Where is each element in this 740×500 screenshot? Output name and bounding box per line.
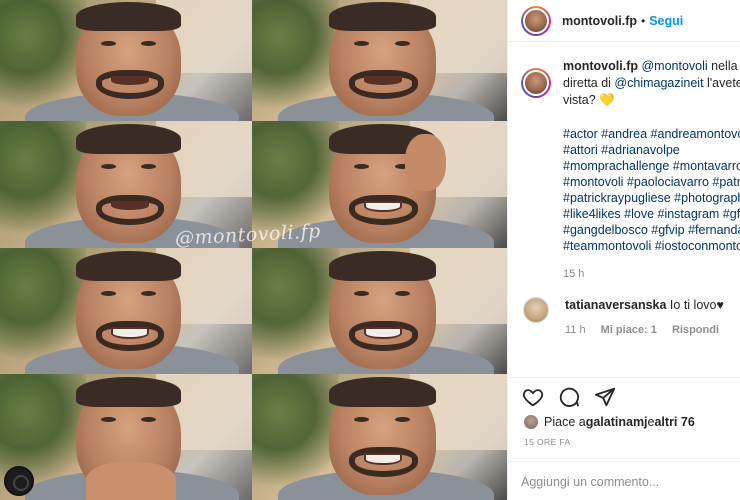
hashtag-line[interactable]: #teammontovoli #iostoconmonto bbox=[563, 238, 740, 254]
likes-joiner: e bbox=[647, 415, 655, 429]
hashtag-line[interactable]: #actor #andrea #andreamontovo bbox=[563, 126, 740, 142]
comment-likes[interactable]: Mi piace: 1 bbox=[601, 324, 657, 336]
collage-frame bbox=[252, 0, 507, 121]
comment-item: tatianaversanska Io ti lovo♥ 11 h Mi pia… bbox=[521, 297, 740, 336]
likes-prefix: Piace a bbox=[544, 415, 586, 429]
collage-frame bbox=[0, 248, 252, 374]
hashtag-line[interactable]: #attori #adrianavolpe bbox=[563, 142, 740, 158]
instagram-logo-icon bbox=[4, 466, 34, 496]
caption-text: montovoli.fp @montovoli nella diretta di… bbox=[563, 58, 740, 283]
collage-frame bbox=[252, 374, 507, 500]
post-image[interactable]: @montovoli.fp bbox=[0, 0, 507, 500]
caption-username[interactable]: montovoli.fp bbox=[563, 59, 638, 73]
caption-block: montovoli.fp @montovoli nella diretta di… bbox=[521, 58, 740, 283]
hashtag-list: #actor #andrea #andreamontovo #attori #a… bbox=[563, 126, 740, 254]
author-username[interactable]: montovoli.fp bbox=[562, 14, 637, 28]
comment-meta: 11 h Mi piace: 1 Rispondi bbox=[565, 324, 731, 336]
commenter-username[interactable]: tatianaversanska bbox=[565, 298, 666, 312]
post-sidebar: montovoli.fp • Segui montovoli.fp @monto… bbox=[507, 0, 740, 500]
hashtag-line[interactable]: #gangdelbosco #gfvip #fernanda bbox=[563, 222, 740, 238]
comment-icon[interactable] bbox=[558, 386, 580, 408]
comment-content: Io ti lovo♥ bbox=[666, 298, 724, 312]
action-icons bbox=[508, 378, 740, 410]
hashtag-line[interactable]: #like4likes #love #instagram #gfv bbox=[563, 206, 740, 222]
author-avatar[interactable] bbox=[521, 5, 551, 36]
comment-body: tatianaversanska Io ti lovo♥ 11 h Mi pia… bbox=[565, 297, 731, 336]
add-comment-input[interactable]: Aggiungi un commento... bbox=[508, 461, 740, 500]
caption-timestamp[interactable]: 15 h bbox=[563, 266, 740, 283]
hashtag-line[interactable]: #momprachallenge #montavarro bbox=[563, 158, 740, 174]
comment-text: tatianaversanska Io ti lovo♥ bbox=[565, 298, 731, 312]
liker-username[interactable]: galatinamj bbox=[586, 415, 648, 429]
hashtag-line[interactable]: #montovoli #paolociavarro #patri bbox=[563, 174, 740, 190]
post-header: montovoli.fp • Segui bbox=[508, 0, 740, 42]
collage-frame bbox=[252, 248, 507, 374]
collage-frame bbox=[0, 374, 252, 500]
heart-icon[interactable] bbox=[522, 386, 544, 408]
collage-grid bbox=[0, 0, 507, 500]
likes-others-link[interactable]: altri 76 bbox=[654, 415, 694, 429]
mention-link[interactable]: @montovoli bbox=[641, 59, 707, 73]
post-actions: Piace a galatinamj e altri 76 15 ORE FA … bbox=[508, 377, 740, 499]
post-date[interactable]: 15 ORE FA bbox=[508, 437, 740, 447]
yellow-heart-icon: 💛 bbox=[599, 93, 615, 107]
follow-button[interactable]: Segui bbox=[649, 14, 683, 28]
share-icon[interactable] bbox=[594, 386, 616, 408]
liker-avatar[interactable] bbox=[524, 415, 538, 429]
collage-frame bbox=[0, 0, 252, 121]
mention-link[interactable]: @chimagazineit bbox=[614, 76, 703, 90]
reply-button[interactable]: Rispondi bbox=[672, 324, 719, 336]
caption-avatar[interactable] bbox=[521, 68, 551, 98]
comment-timestamp[interactable]: 11 h bbox=[565, 324, 586, 336]
separator-dot: • bbox=[641, 13, 646, 28]
likes-summary: Piace a galatinamj e altri 76 bbox=[508, 415, 740, 429]
hashtag-line[interactable]: #patrickraypugliese #photograph bbox=[563, 190, 740, 206]
comments-section[interactable]: montovoli.fp @montovoli nella diretta di… bbox=[508, 58, 740, 378]
commenter-avatar[interactable] bbox=[523, 297, 549, 323]
